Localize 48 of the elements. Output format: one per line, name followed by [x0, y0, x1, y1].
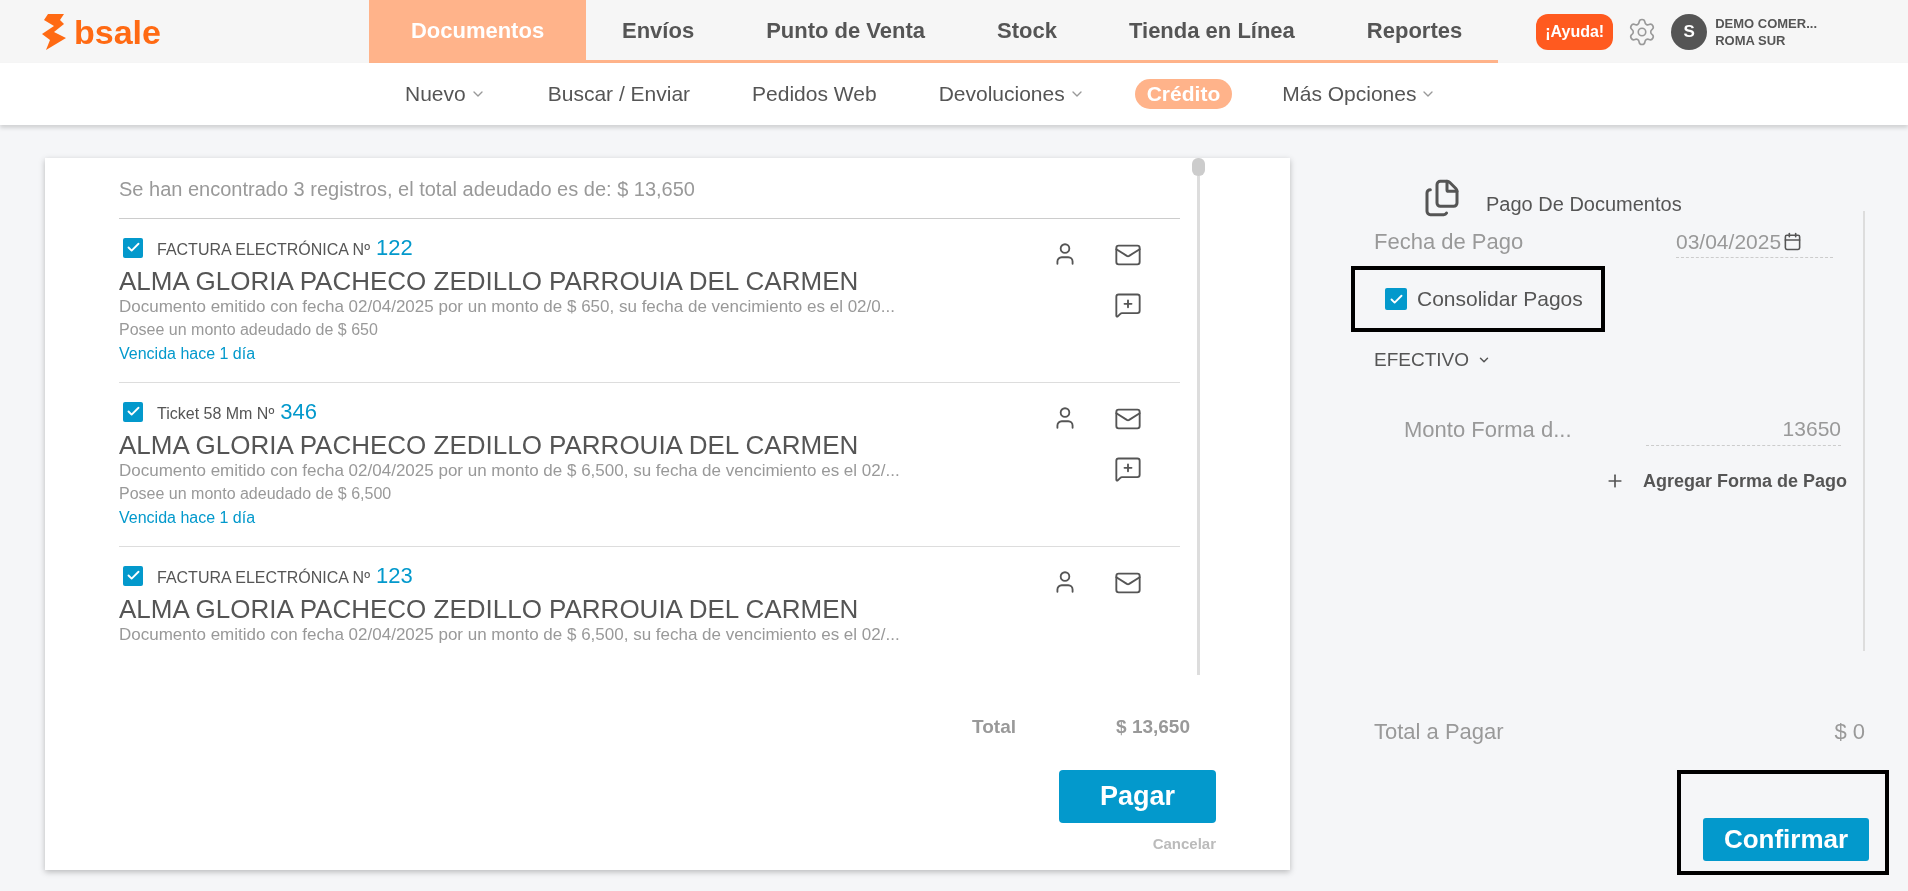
user-avatar[interactable]: S — [1671, 13, 1708, 50]
add-payment-method-button[interactable]: Agregar Forma de Pago — [1604, 467, 1847, 495]
checkbox[interactable] — [123, 237, 143, 258]
document-type: Ticket 58 Mm Nº — [157, 404, 275, 424]
sub-nav-item[interactable]: Buscar / Enviar — [535, 78, 703, 110]
debt-amount: Posee un monto adeudado de $ 6,500 — [119, 484, 393, 504]
scrollbar[interactable] — [1192, 158, 1205, 675]
calendar-icon[interactable] — [1783, 231, 1803, 251]
document-type: FACTURA ELECTRÓNICA Nº — [157, 567, 370, 588]
logo-icon — [40, 11, 68, 52]
sub-nav-item[interactable]: Pedidos Web — [740, 78, 889, 110]
due-status: Vencida hace 1 día — [119, 508, 257, 528]
checkbox[interactable] — [123, 401, 143, 422]
add-comment-icon[interactable] — [1114, 291, 1142, 319]
summary-text: Se han encontrado 3 registros, el total adeudado es de: $ 13,650 — [119, 158, 1180, 219]
check-icon — [125, 240, 141, 255]
customer-name: ALMA GLORIA PACHECO ZEDILLO PARROUIA DEL CARMEN — [119, 266, 860, 296]
company-name: DEMO COMER... — [1715, 14, 1817, 32]
panel-title: Pago De Documentos — [1486, 192, 1682, 217]
payment-method-dropdown[interactable]: EFECTIVO — [1374, 346, 1863, 375]
branch-name: ROMA SUR — [1715, 31, 1787, 49]
sub-nav-item[interactable]: Más Opciones — [1270, 78, 1449, 110]
document-description: Documento emitido con fecha 02/04/2025 por un monto de $ 650, su fecha de vencimiento es el 02/0... — [119, 296, 896, 318]
customer-name: ALMA GLORIA PACHECO ZEDILLO PARROUIA DEL CARMEN — [119, 594, 860, 624]
main-nav-tab[interactable]: Punto de Venta — [730, 0, 962, 60]
document-description: Documento emitido con fecha 02/04/2025 por un monto de $ 6,500, su fecha de vencimiento es el 02/... — [119, 624, 901, 646]
check-icon — [125, 404, 141, 419]
total-value: $ 13,650 — [1116, 715, 1190, 739]
due-status: Vencida hace 1 día — [119, 344, 257, 364]
document-type: FACTURA ELECTRÓNICA Nº — [157, 239, 370, 260]
amount-label: Monto Forma d... — [1404, 415, 1572, 444]
debt-amount: Posee un monto adeudado de $ 650 — [119, 320, 379, 340]
customer-name: ALMA GLORIA PACHECO ZEDILLO PARROUIA DEL CARMEN — [119, 430, 860, 460]
checkbox[interactable] — [123, 565, 143, 586]
sub-nav-item[interactable]: Devoluciones — [926, 78, 1097, 110]
add-comment-icon[interactable] — [1114, 455, 1142, 483]
main-nav-tab[interactable]: Reportes — [1330, 0, 1499, 60]
sub-nav-item[interactable]: Nuevo — [393, 78, 498, 110]
check-icon — [125, 568, 141, 583]
main-nav-tab[interactable]: Envíos — [586, 0, 731, 60]
main-nav-tab[interactable]: Stock — [961, 0, 1093, 60]
checkbox[interactable] — [1385, 288, 1407, 310]
document-description: Documento emitido con fecha 02/04/2025 por un monto de $ 6,500, su fecha de vencimiento es el 02/... — [119, 460, 901, 482]
payment-date-label: Fecha de Pago — [1374, 228, 1524, 256]
total-to-pay-label: Total a Pagar — [1374, 718, 1504, 746]
total-label: Total — [972, 715, 1017, 739]
main-nav-tab[interactable]: Tienda en Línea — [1093, 0, 1331, 60]
total-to-pay-value: $ 0 — [1834, 718, 1865, 746]
